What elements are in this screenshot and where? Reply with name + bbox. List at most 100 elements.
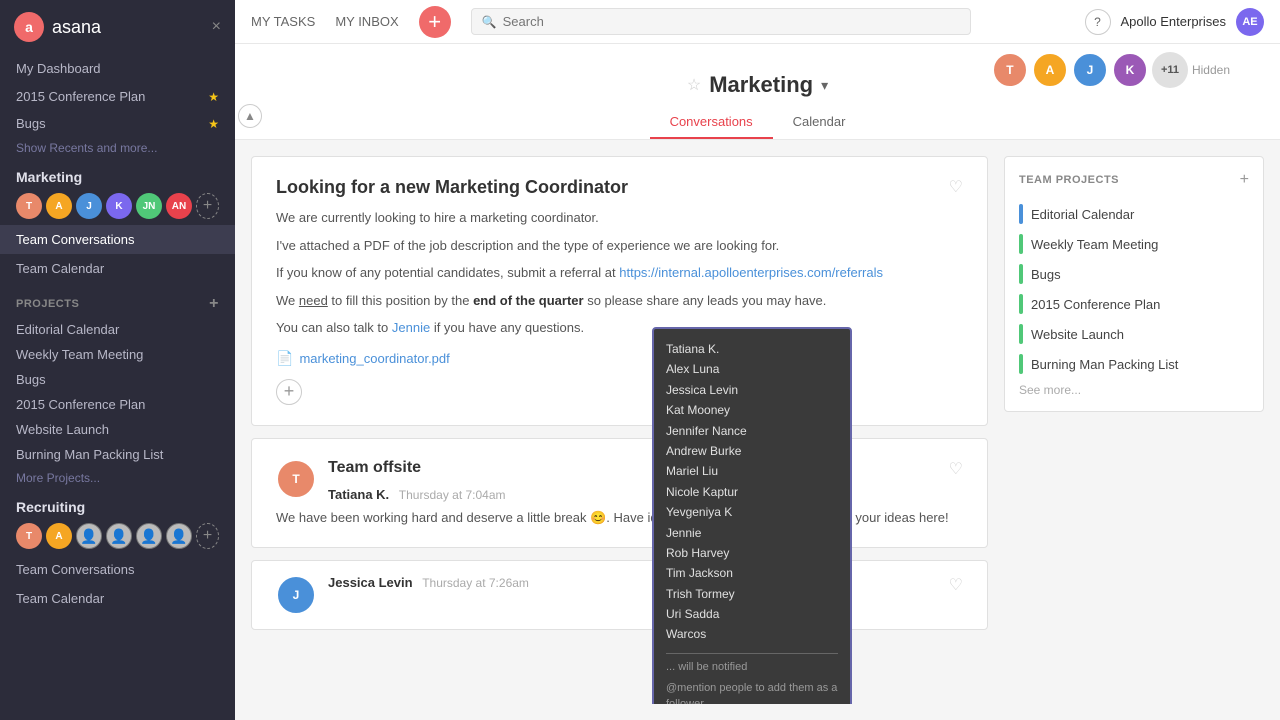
- tab-conversations[interactable]: Conversations: [650, 106, 773, 139]
- list-item: Tatiana K.: [666, 339, 838, 359]
- star-icon: ★: [208, 117, 219, 131]
- project-dot: [1019, 354, 1023, 374]
- post-meta: Team offsite Tatiana K. Thursday at 7:04…: [328, 459, 506, 502]
- tp-item-label: Bugs: [1031, 267, 1061, 282]
- sidebar-project-website[interactable]: Website Launch: [0, 417, 235, 442]
- team-member-avatar: K: [1112, 52, 1148, 88]
- tp-item-label: Weekly Team Meeting: [1031, 237, 1158, 252]
- heart-icon[interactable]: ♡: [949, 177, 963, 197]
- tp-item-burning[interactable]: Burning Man Packing List: [1019, 349, 1249, 379]
- sidebar-item-recruiting-calendar[interactable]: Team Calendar: [0, 584, 235, 613]
- avatar: T: [16, 523, 42, 549]
- sidebar-item-team-calendar[interactable]: Team Calendar: [0, 254, 235, 283]
- tp-item-bugs[interactable]: Bugs: [1019, 259, 1249, 289]
- collapse-sidebar-button[interactable]: ▲: [238, 104, 262, 128]
- title-dropdown-icon[interactable]: ▾: [821, 77, 828, 94]
- recruiting-team-avatars: T A 👤 👤 👤 👤 +: [0, 519, 235, 555]
- post-avatar: J: [276, 575, 316, 615]
- tp-item-label: Website Launch: [1031, 327, 1124, 342]
- post-author-time: Tatiana K. Thursday at 7:04am: [328, 487, 506, 502]
- notified-popup: Tatiana K. Alex Luna Jessica Levin Kat M…: [652, 327, 852, 704]
- projects-section-header: PROJECTS +: [0, 283, 235, 317]
- list-item: Mariel Liu: [666, 461, 838, 481]
- post-info: T Team offsite Tatiana K. Thursday at 7:…: [276, 459, 506, 502]
- search-input[interactable]: [503, 14, 960, 29]
- my-tasks-link[interactable]: MY TASKS: [251, 10, 315, 33]
- add-comment-button[interactable]: +: [276, 379, 302, 405]
- sidebar-header: a asana ×: [0, 0, 235, 54]
- attachment[interactable]: 📄 marketing_coordinator.pdf: [276, 350, 963, 367]
- team-count-badge: +11: [1152, 52, 1188, 88]
- sidebar-project-conference[interactable]: 2015 Conference Plan: [0, 392, 235, 417]
- jennie-link[interactable]: Jennie: [392, 320, 430, 335]
- page-title-row: ☆ Marketing ▾: [687, 56, 828, 106]
- close-icon[interactable]: ×: [212, 18, 221, 36]
- help-button[interactable]: ?: [1085, 9, 1111, 35]
- list-item: Jennifer Nance: [666, 421, 838, 441]
- hidden-label[interactable]: Hidden: [1192, 63, 1230, 77]
- notified-people-list: Tatiana K. Alex Luna Jessica Levin Kat M…: [666, 339, 838, 645]
- team-members-row: T A J K +11 Hidden: [992, 52, 1230, 88]
- asana-logo: a asana: [14, 12, 101, 42]
- sidebar-project-weekly[interactable]: Weekly Team Meeting: [0, 342, 235, 367]
- sidebar-project-burning[interactable]: Burning Man Packing List: [0, 442, 235, 467]
- post-author-info: Jessica Levin Thursday at 7:26am: [328, 575, 529, 590]
- list-item: Alex Luna: [666, 359, 838, 379]
- add-team-project-button[interactable]: +: [1240, 171, 1249, 189]
- main-content: T A J K +11 Hidden ☆ Marketing ▾ Convers…: [235, 44, 1280, 720]
- tp-item-weekly[interactable]: Weekly Team Meeting: [1019, 229, 1249, 259]
- search-bar: 🔍: [471, 8, 971, 35]
- sidebar: a asana × My Dashboard 2015 Conference P…: [0, 0, 235, 720]
- tp-item-editorial[interactable]: Editorial Calendar: [1019, 199, 1249, 229]
- sidebar-item-recruiting-conversations[interactable]: Team Conversations: [0, 555, 235, 584]
- referral-link[interactable]: https://internal.apolloenterprises.com/r…: [619, 265, 883, 280]
- mention-hint: @mention people to add them as a followe…: [666, 681, 838, 704]
- add-project-button[interactable]: +: [209, 295, 219, 313]
- tab-calendar[interactable]: Calendar: [773, 106, 866, 139]
- avatar: AN: [166, 193, 192, 219]
- sidebar-project-bugs[interactable]: Bugs: [0, 367, 235, 392]
- team-member-avatar: J: [1072, 52, 1108, 88]
- user-avatar[interactable]: AE: [1236, 8, 1264, 36]
- heart-icon[interactable]: ♡: [949, 459, 963, 479]
- my-inbox-link[interactable]: MY INBOX: [335, 10, 398, 33]
- show-recents-link[interactable]: Show Recents and more...: [0, 137, 235, 159]
- list-item: Yevgeniya K: [666, 502, 838, 522]
- avatar-placeholder: 👤: [106, 523, 132, 549]
- add-member-button[interactable]: +: [196, 193, 219, 219]
- tp-item-website[interactable]: Website Launch: [1019, 319, 1249, 349]
- project-dot: [1019, 234, 1023, 254]
- list-item: Jennie: [666, 523, 838, 543]
- conversation-card: Looking for a new Marketing Coordinator …: [251, 156, 988, 426]
- tp-item-conference[interactable]: 2015 Conference Plan: [1019, 289, 1249, 319]
- add-recruiting-member-button[interactable]: +: [196, 523, 219, 549]
- add-task-button[interactable]: +: [419, 6, 451, 38]
- post-time: Thursday at 7:04am: [399, 488, 506, 502]
- sidebar-item-bugs[interactable]: Bugs ★: [0, 110, 235, 137]
- attachment-name: marketing_coordinator.pdf: [299, 351, 449, 366]
- favorite-star-icon[interactable]: ☆: [687, 75, 701, 95]
- list-item: Uri Sadda: [666, 604, 838, 624]
- avatar: A: [46, 523, 72, 549]
- content-area: Looking for a new Marketing Coordinator …: [235, 140, 1280, 720]
- avatar-placeholder: 👤: [136, 523, 162, 549]
- post-author: Tatiana K.: [328, 487, 389, 502]
- list-item: Jessica Levin: [666, 380, 838, 400]
- page-title: Marketing: [709, 72, 813, 98]
- avatar: T: [16, 193, 42, 219]
- more-projects-link[interactable]: More Projects...: [0, 467, 235, 489]
- list-item: Kat Mooney: [666, 400, 838, 420]
- see-more-projects-link[interactable]: See more...: [1019, 383, 1249, 397]
- post-header: T Team offsite Tatiana K. Thursday at 7:…: [276, 459, 963, 502]
- sidebar-project-editorial[interactable]: Editorial Calendar: [0, 317, 235, 342]
- sidebar-item-conference-plan[interactable]: 2015 Conference Plan ★: [0, 83, 235, 110]
- search-icon: 🔍: [482, 15, 497, 29]
- sidebar-item-team-conversations[interactable]: Team Conversations: [0, 225, 235, 254]
- avatar: K: [106, 193, 132, 219]
- team-projects-header: TEAM PROJECTS +: [1019, 171, 1249, 189]
- sidebar-item-my-dashboard[interactable]: My Dashboard: [0, 54, 235, 83]
- team-projects-panel: TEAM PROJECTS + Editorial Calendar Weekl…: [1004, 156, 1264, 412]
- topbar-right: ? Apollo Enterprises AE: [1085, 8, 1265, 36]
- heart-icon[interactable]: ♡: [949, 575, 963, 595]
- conversation-card-3: J Jessica Levin Thursday at 7:26am ♡: [251, 560, 988, 630]
